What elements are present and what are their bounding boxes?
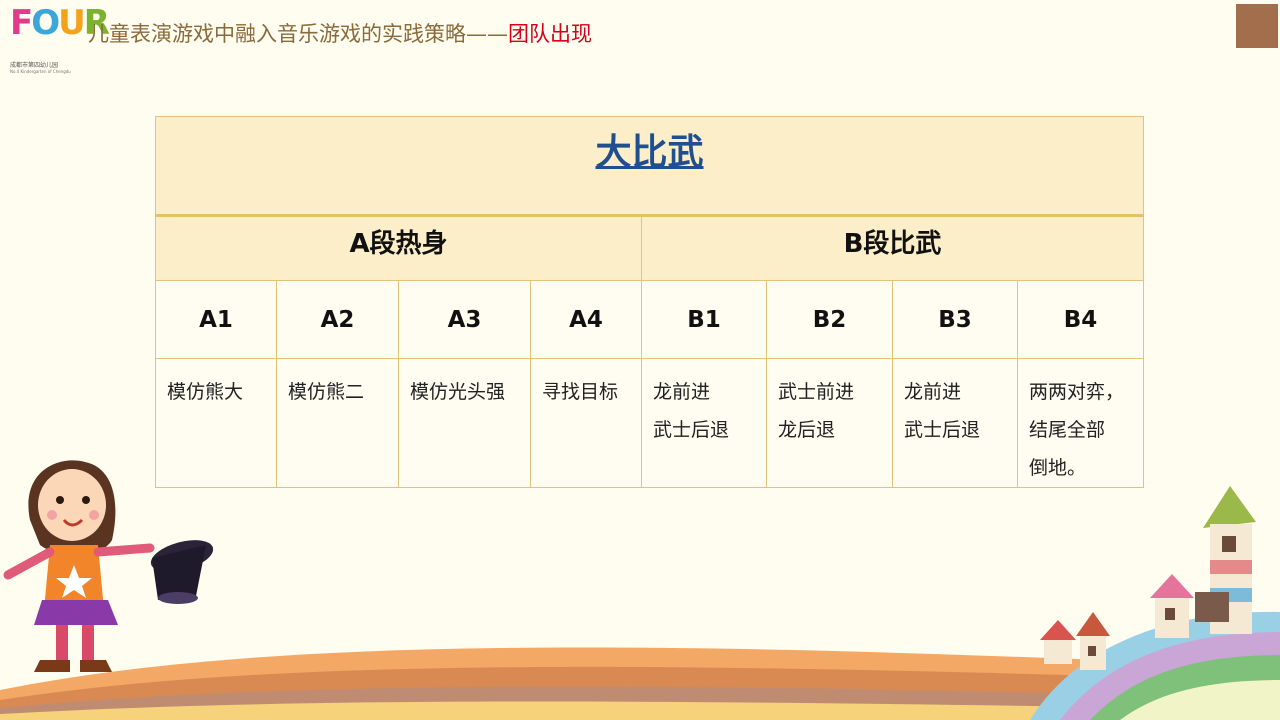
decorative-illustration	[0, 460, 1280, 720]
slide: FOUR 成都市第四幼儿园 No.4 Kindergarten of Cheng…	[0, 0, 1280, 720]
magic-hat-illustration	[150, 540, 214, 604]
girl-illustration	[3, 460, 155, 672]
